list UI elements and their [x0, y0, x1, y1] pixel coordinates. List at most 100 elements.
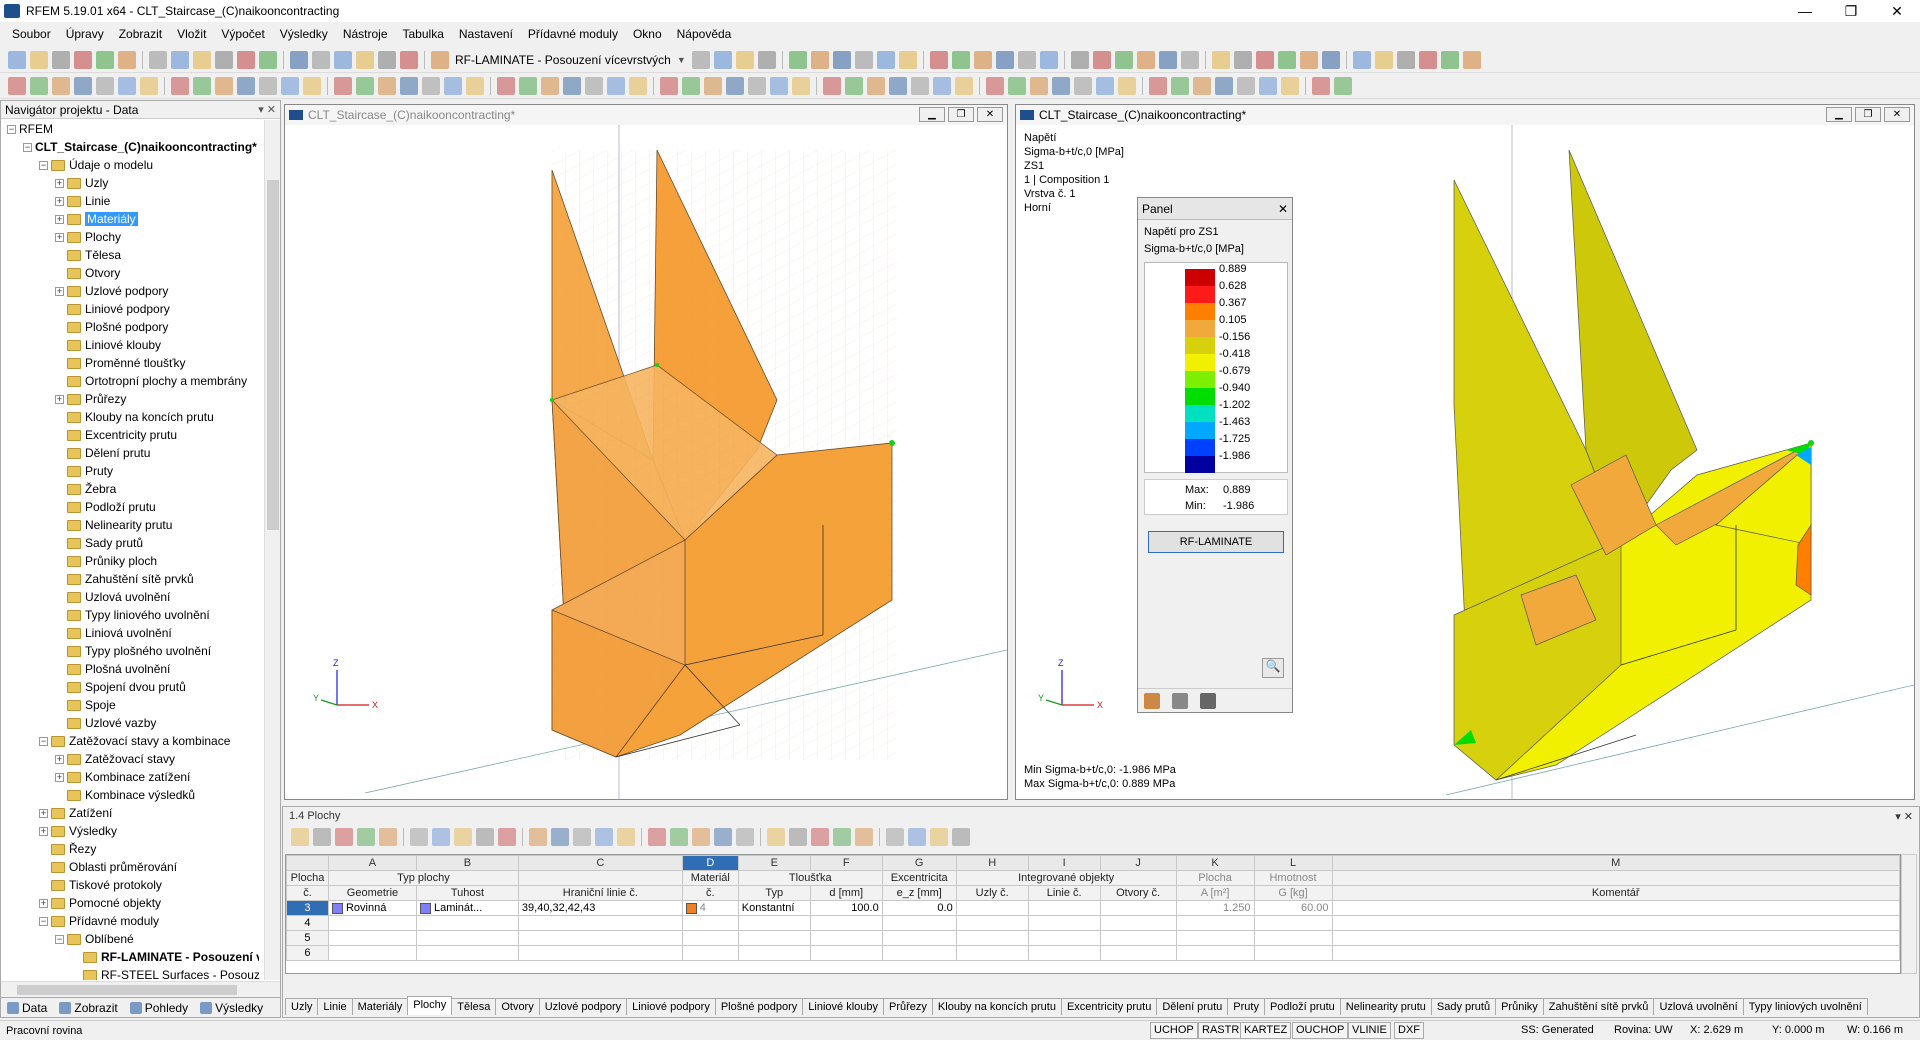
material-cell[interactable]: 4: [681, 900, 739, 916]
toolbar-tool-icon[interactable]: [96, 76, 114, 95]
geometry-cell[interactable]: Rovinná: [327, 900, 417, 916]
table-tool-icon[interactable]: [476, 828, 494, 846]
sheet-tab[interactable]: Sady prutů: [1430, 998, 1497, 1015]
toolbar-tool-icon[interactable]: [911, 76, 929, 95]
filter-icon[interactable]: [1200, 692, 1216, 709]
expand-icon[interactable]: +: [55, 196, 64, 206]
toolbar-tool-icon[interactable]: [290, 50, 308, 69]
sheet-tab[interactable]: Plochy: [407, 996, 453, 1015]
toolbar-tool-icon[interactable]: [1030, 76, 1048, 95]
toolbar-tool-icon[interactable]: [281, 76, 299, 95]
toolbar-tool-icon[interactable]: [735, 50, 754, 69]
staircase-model-view[interactable]: Z X Y: [285, 125, 1007, 799]
menu-nastroje[interactable]: Nástroje: [343, 27, 388, 41]
toolbar-tool-icon[interactable]: [757, 50, 776, 69]
toolbar-tool-icon[interactable]: [1149, 76, 1167, 95]
tree-item[interactable]: Ortotropní plochy a membrány: [1, 372, 259, 390]
toolbar-tool-icon[interactable]: [726, 76, 744, 95]
menu-upravy[interactable]: Úpravy: [66, 27, 104, 41]
viewport-restore-button[interactable]: ❐: [948, 107, 974, 122]
toolbar-tool-icon[interactable]: [929, 50, 948, 69]
toolbar-tool-icon[interactable]: [96, 50, 114, 69]
table-tool-icon[interactable]: [886, 828, 904, 846]
sheet-tab[interactable]: Uzlové podpory: [538, 998, 628, 1015]
toolbar-tool-icon[interactable]: [951, 50, 970, 69]
toolbar-tool-icon[interactable]: [1352, 50, 1371, 69]
table-tool-icon[interactable]: [291, 828, 309, 846]
tab-pohledy[interactable]: Pohledy: [129, 1001, 188, 1015]
toolbar-tool-icon[interactable]: [30, 76, 48, 95]
sheet-tab[interactable]: Otvory: [495, 998, 540, 1015]
toolbar-tool-icon[interactable]: [378, 76, 396, 95]
toolbar-tool-icon[interactable]: [8, 50, 26, 69]
toolbar-tool-icon[interactable]: [1211, 50, 1230, 69]
toolbar-tool-icon[interactable]: [986, 76, 1004, 95]
toolbar-tool-icon[interactable]: [118, 50, 136, 69]
expand-icon[interactable]: +: [55, 178, 64, 188]
tree-item[interactable]: Proměnné tloušťky: [1, 354, 259, 372]
table-tool-icon[interactable]: [529, 828, 547, 846]
table-tool-icon[interactable]: [410, 828, 428, 846]
table-tool-icon[interactable]: [432, 828, 450, 846]
tree-item[interactable]: Excentricity prutu: [1, 426, 259, 444]
viewport-close-button[interactable]: ✕: [977, 107, 1003, 122]
toolbar-tool-icon[interactable]: [748, 76, 766, 95]
tree-item[interactable]: Tiskové protokoly: [1, 876, 259, 894]
sheet-tab[interactable]: Pruty: [1227, 998, 1265, 1015]
tree-item[interactable]: Spoje: [1, 696, 259, 714]
expand-icon[interactable]: +: [39, 808, 48, 818]
viewport-close-button[interactable]: ✕: [1884, 107, 1910, 122]
toolbar-tool-icon[interactable]: [8, 76, 26, 95]
toolbar-tool-icon[interactable]: [74, 50, 92, 69]
tree-item[interactable]: + Průřezy: [1, 390, 259, 408]
expand-icon[interactable]: +: [39, 826, 48, 836]
tree-item[interactable]: Pruty: [1, 462, 259, 480]
toolbar-tool-icon[interactable]: [140, 76, 158, 95]
toolbar-tool-icon[interactable]: [1277, 50, 1296, 69]
toolbar-tool-icon[interactable]: [378, 50, 396, 69]
toolbar-tool-icon[interactable]: [660, 76, 678, 95]
tree-item[interactable]: Klouby na koncích prutu: [1, 408, 259, 426]
toolbar-tool-icon[interactable]: [898, 50, 917, 69]
toolbar-tool-icon[interactable]: [770, 76, 788, 95]
tree-item[interactable]: + Uzlové podpory: [1, 282, 259, 300]
toolbar-tool-icon[interactable]: [1039, 50, 1058, 69]
panel-close-icon[interactable]: ✕: [1278, 202, 1288, 216]
tree-item[interactable]: Nelinearity prutu: [1, 516, 259, 534]
expand-icon[interactable]: +: [55, 232, 64, 242]
table-tool-icon[interactable]: [855, 828, 873, 846]
menu-pridavne-moduly[interactable]: Přídavné moduly: [528, 27, 618, 41]
stiffness-cell[interactable]: Laminát...: [415, 900, 519, 916]
menu-vypocet[interactable]: Výpočet: [221, 27, 264, 41]
tree-item[interactable]: − CLT_Staircase_(C)naikooncontracting*: [1, 138, 259, 156]
toolbar-tool-icon[interactable]: [704, 76, 722, 95]
collapse-icon[interactable]: −: [55, 934, 64, 944]
tree-item[interactable]: + Kombinace zatížení: [1, 768, 259, 786]
tree-item[interactable]: − Údaje o modelu: [1, 156, 259, 174]
table-tool-icon[interactable]: [811, 828, 829, 846]
toolbar-tool-icon[interactable]: [788, 50, 807, 69]
boundary-lines-cell[interactable]: 39,40,32,42,43: [517, 900, 683, 916]
toolbar-tool-icon[interactable]: [334, 76, 352, 95]
tree-item[interactable]: Kombinace výsledků: [1, 786, 259, 804]
collapse-icon[interactable]: −: [39, 736, 48, 746]
close-button[interactable]: ✕: [1874, 0, 1920, 22]
row-number[interactable]: 3: [286, 900, 329, 916]
sheet-tab[interactable]: Podloží prutu: [1263, 998, 1341, 1015]
toolbar-tool-icon[interactable]: [334, 50, 352, 69]
toolbar-tool-icon[interactable]: [1193, 76, 1211, 95]
tree-item[interactable]: Plošné podpory: [1, 318, 259, 336]
tree-item[interactable]: − RFEM: [1, 120, 259, 138]
collapse-icon[interactable]: −: [39, 916, 48, 926]
table-tool-icon[interactable]: [767, 828, 785, 846]
table-row[interactable]: 6: [286, 945, 1900, 961]
toolbar-tool-icon[interactable]: [1299, 50, 1318, 69]
rf-laminate-button[interactable]: RF-LAMINATE: [1148, 531, 1284, 553]
toolbar-tool-icon[interactable]: [193, 76, 211, 95]
expand-icon[interactable]: +: [39, 898, 48, 908]
toolbar-tool-icon[interactable]: [1215, 76, 1233, 95]
tree-item[interactable]: + Výsledky: [1, 822, 259, 840]
menu-nastaveni[interactable]: Nastavení: [459, 27, 513, 41]
sheet-tab[interactable]: Liniové podpory: [626, 998, 716, 1015]
toolbar-tool-icon[interactable]: [995, 50, 1014, 69]
